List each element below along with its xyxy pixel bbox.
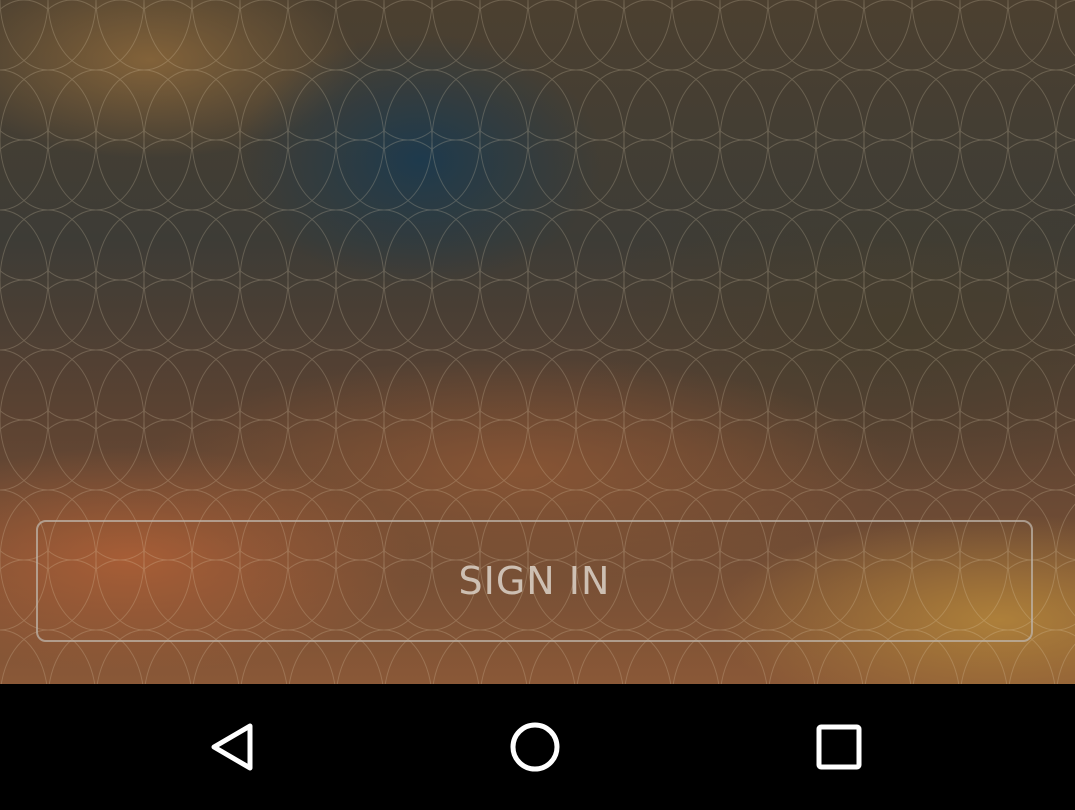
sign-in-label: SIGN IN [458, 559, 611, 603]
home-button[interactable] [500, 712, 570, 782]
back-icon [211, 723, 253, 771]
login-screen: SIGN IN [0, 0, 1075, 810]
home-icon [510, 722, 560, 772]
sign-in-button[interactable]: SIGN IN [36, 520, 1033, 642]
back-button[interactable] [198, 712, 268, 782]
recents-button[interactable] [804, 712, 874, 782]
navigation-bar [0, 684, 1075, 810]
recents-icon [816, 724, 862, 770]
